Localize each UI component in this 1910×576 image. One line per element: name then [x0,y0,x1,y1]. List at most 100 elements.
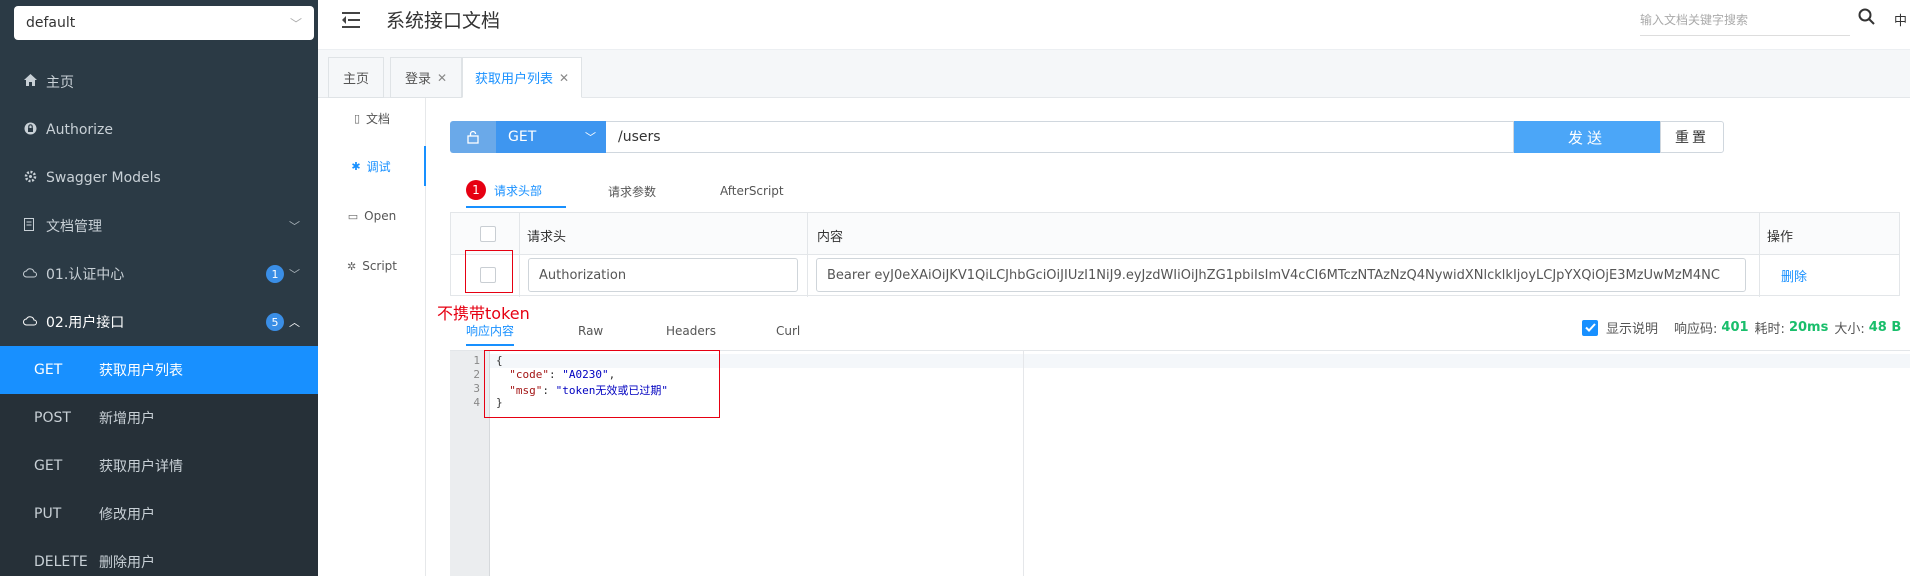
tab-label: Raw [578,324,604,338]
unlock-icon [467,130,479,144]
api-item-update-user[interactable]: PUT 修改用户 [0,490,318,538]
file-icon: ▭ [347,209,359,223]
column-header-action: 操作 [1767,230,1794,245]
method-value: GET [508,129,537,145]
header-name-input[interactable]: Authorization [528,258,798,292]
annotation-highlight-response [484,350,720,418]
bug-icon: ✱ [351,159,361,173]
tab-login[interactable]: 登录 ✕ [390,57,462,98]
api-item-get-user-detail[interactable]: GET 获取用户详情 [0,442,318,490]
size-value: 48 B [1868,320,1902,335]
api-label: 获取用户详情 [99,459,183,475]
submenu-label: 文档 [366,111,391,126]
submenu-label: 调试 [366,159,391,174]
sidebar-item-auth-center[interactable]: 01.认证中心 1 ﹀ [0,250,318,298]
tab-label: Headers [666,324,716,338]
tab-label: 主页 [342,72,369,87]
line-number: 4 [473,396,480,409]
unlock-button[interactable] [450,121,496,153]
search-input[interactable]: 输入文档关键字搜索 [1640,8,1850,36]
tab-label: 获取用户列表 [474,72,553,87]
group-select[interactable]: default ﹀ [14,6,314,40]
sidebar-item-label: Authorize [46,122,113,138]
api-label: 修改用户 [99,507,155,523]
sidebar-item-label: 文档管理 [46,219,102,235]
submenu-script[interactable]: ✲ Script [318,246,426,286]
http-method: DELETE [34,554,88,570]
request-bar: GET ﹀ /users 发送 重置 [450,121,1724,153]
gear-icon: ✲ [346,259,357,273]
close-icon[interactable]: ✕ [437,71,447,85]
show-desc-label: 显示说明 [1606,322,1659,337]
line-number: 3 [473,382,480,395]
submenu-open[interactable]: ▭ Open [318,196,426,236]
sidebar-item-label: Swagger Models [46,170,161,186]
tab-response-raw[interactable]: Raw [578,316,603,346]
response-meta: 显示说明 响应码: 401 耗时: 20ms 大小: 48 B [1582,318,1907,337]
delete-link[interactable]: 删除 [1781,266,1807,285]
tab-response-content[interactable]: 响应内容 [466,316,515,346]
send-button[interactable]: 发送 [1514,121,1660,153]
size-label: 大小: [1834,322,1865,337]
sidebar-item-swagger-models[interactable]: Swagger Models [0,154,318,202]
http-method: PUT [34,506,62,522]
tab-after-script[interactable]: AfterScript [720,174,784,208]
sidebar-item-user-api[interactable]: 02.用户接口 5 ︿ [0,298,318,346]
api-label: 删除用户 [99,555,155,571]
document-icon: ▯ [353,111,361,125]
gear-icon [22,170,38,187]
tab-label: AfterScript [720,184,784,198]
reset-button[interactable]: 重置 [1660,121,1724,153]
tab-response-curl[interactable]: Curl [776,316,800,346]
group-select-value: default [26,15,76,31]
tab-label: 请求参数 [608,184,657,199]
tab-response-headers[interactable]: Headers [666,316,716,346]
column-divider [1759,213,1760,297]
tab-label: 响应内容 [466,323,515,338]
tab-get-users[interactable]: 获取用户列表 ✕ [462,57,582,98]
api-item-add-user[interactable]: POST 新增用户 [0,394,318,442]
submenu-label: Script [362,259,398,273]
status-code-label: 响应码: [1674,322,1718,337]
sidebar-item-label: 主页 [46,75,74,91]
show-desc-checkbox[interactable] [1582,319,1598,336]
api-item-delete-user[interactable]: DELETE 删除用户 [0,538,318,576]
cloud-icon [22,315,38,330]
menu-fold-icon[interactable] [340,10,362,30]
language-switch[interactable]: 中 [1894,10,1907,29]
line-number: 1 [473,354,480,367]
close-icon[interactable]: ✕ [559,71,569,85]
sidebar: default ﹀ 主页 Authorize Swagger Models 文档… [0,0,318,576]
chevron-up-icon: ︿ [289,316,300,329]
url-input[interactable]: /users [606,121,1514,153]
http-method: GET [34,362,63,378]
method-select[interactable]: GET ﹀ [496,121,606,153]
editor-divider [1023,351,1024,576]
chevron-down-icon: ﹀ [289,220,300,233]
chevron-down-icon: ﹀ [289,16,302,31]
select-all-checkbox[interactable] [480,226,496,242]
submenu-label: Open [364,209,397,223]
tab-home[interactable]: 主页 [328,57,384,98]
tab-request-params[interactable]: 请求参数 [608,174,656,208]
column-divider [807,213,808,297]
check-icon [1584,323,1596,332]
sidebar-item-doc-manage[interactable]: 文档管理 ﹀ [0,202,318,250]
sidebar-item-label: 01.认证中心 [46,267,125,283]
sidebar-item-home[interactable]: 主页 [0,58,318,106]
submenu-debug[interactable]: ✱ 调试 [318,146,426,186]
search-icon[interactable] [1858,8,1878,28]
submenu-doc[interactable]: ▯ 文档 [318,98,426,138]
column-header-name: 请求头 [527,230,567,245]
count-badge: 5 [266,313,284,331]
api-item-get-users[interactable]: GET 获取用户列表 [0,346,318,394]
top-header: 系统接口文档 输入文档关键字搜索 中 [318,0,1910,50]
table-header-row [451,213,1899,255]
tab-label: Curl [776,324,801,338]
sidebar-item-label: 02.用户接口 [46,315,125,331]
tab-request-headers[interactable]: 1 请求头部 [466,174,566,208]
sidebar-item-authorize[interactable]: Authorize [0,106,318,154]
chevron-down-icon: ﹀ [585,131,596,144]
header-value-input[interactable]: Bearer eyJ0eXAiOiJKV1QiLCJhbGciOiJIUzI1N… [816,258,1746,292]
cloud-icon [22,267,38,282]
